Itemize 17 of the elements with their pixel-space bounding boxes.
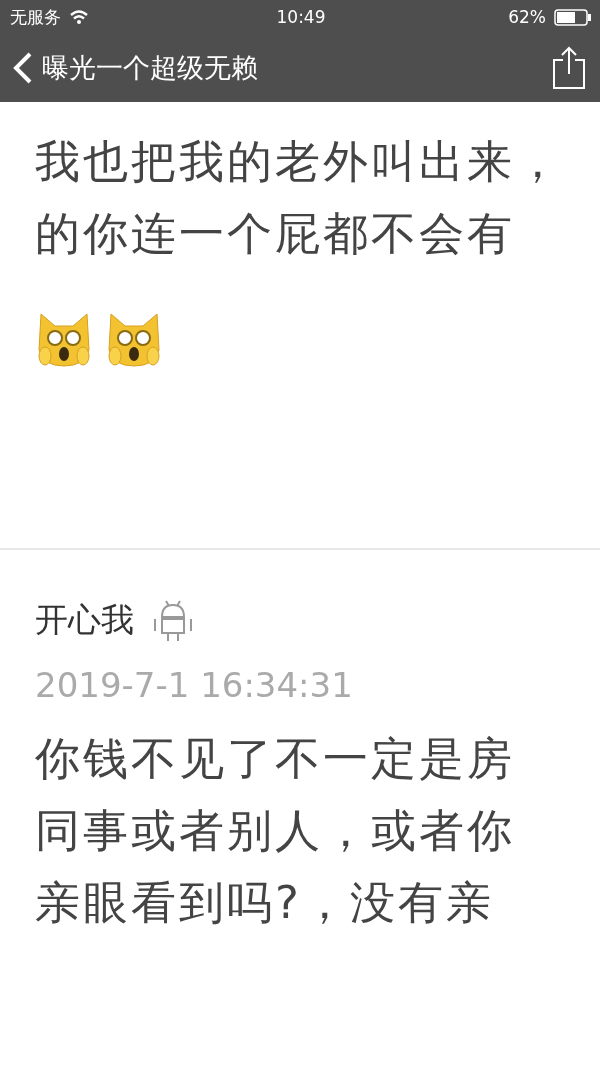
share-icon[interactable] (552, 46, 586, 90)
wifi-icon (69, 9, 89, 25)
screaming-cat-icon (35, 310, 93, 368)
comment-text: 我也把我的老外叫出来， (35, 134, 564, 190)
author-name[interactable]: 开心我 (35, 598, 134, 643)
comment-text: 亲眼看到吗?，没有亲 (35, 875, 495, 931)
screaming-cat-icon (105, 310, 163, 368)
comment-text: 同事或者别人，或者你 (35, 803, 516, 859)
page-title: 曝光一个超级无赖 (42, 51, 259, 85)
comment-text: 的你连一个屁都不会有 (35, 206, 516, 262)
comment-time: 2019-7-1 16:34:31 (35, 665, 354, 705)
battery-icon (554, 8, 592, 26)
back-icon[interactable] (12, 51, 34, 85)
comment-text: 你钱不见了不一定是房 (35, 731, 516, 787)
carrier-text: 无服务 (10, 5, 61, 29)
battery-percent: 62% (508, 7, 546, 27)
clock-time: 10:49 (276, 7, 326, 27)
